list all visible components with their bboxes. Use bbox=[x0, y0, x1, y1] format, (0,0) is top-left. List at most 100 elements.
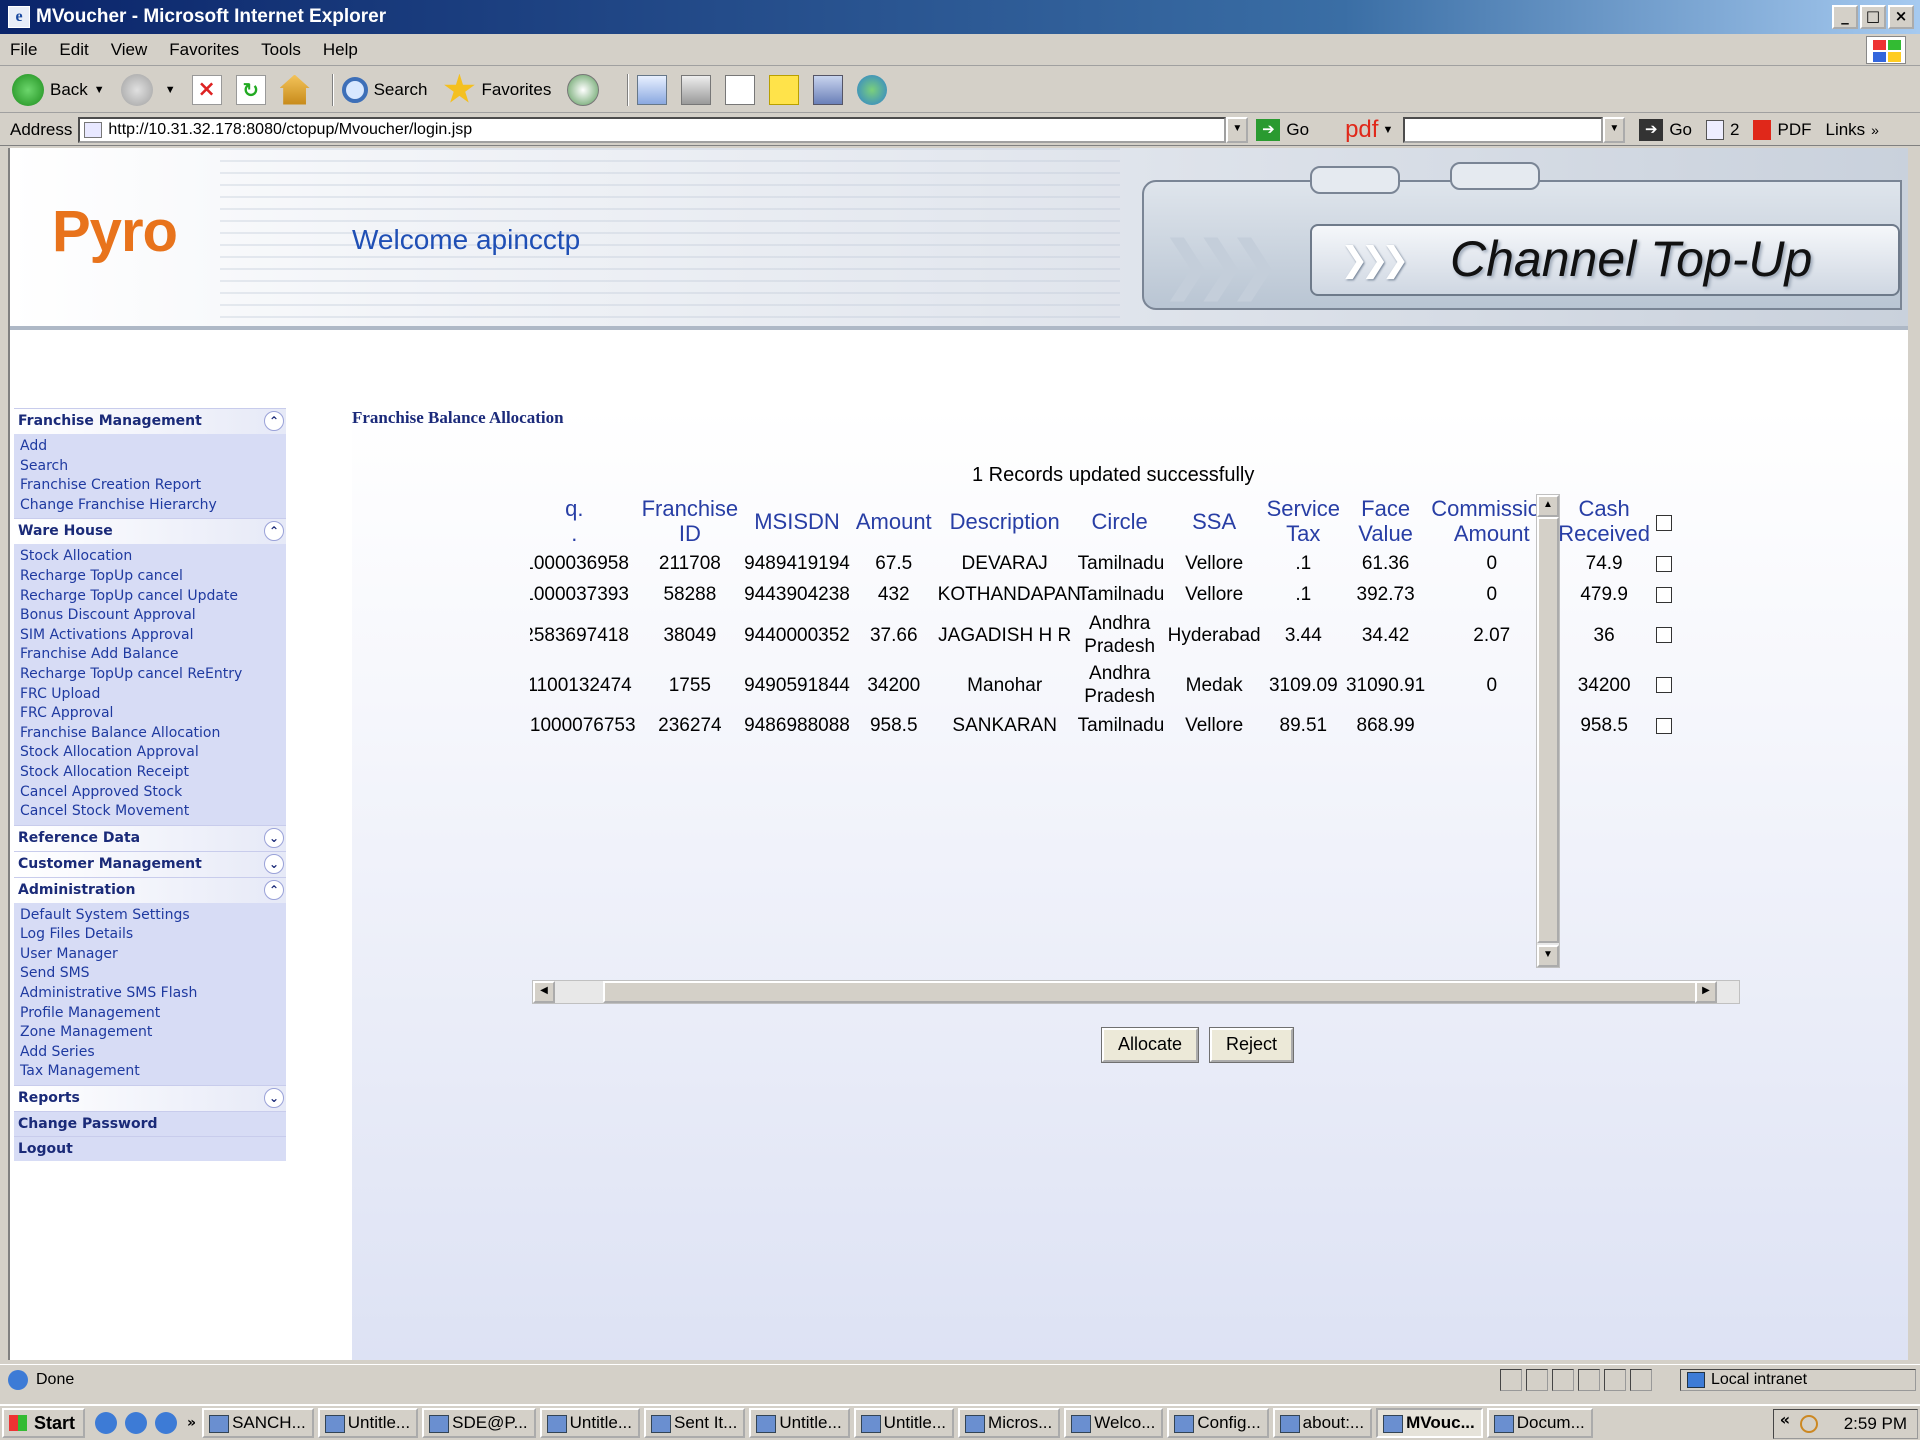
sidebar-item[interactable]: Cancel Stock Movement bbox=[20, 802, 286, 822]
taskbar-button[interactable]: Untitle... bbox=[749, 1408, 850, 1438]
taskbar-button[interactable]: Micros... bbox=[958, 1408, 1061, 1438]
menu-view[interactable]: View bbox=[111, 40, 148, 60]
print-icon[interactable] bbox=[681, 74, 712, 105]
tray-expand-icon[interactable]: « bbox=[1780, 1410, 1790, 1429]
sidebar-item[interactable]: Recharge TopUp cancel bbox=[20, 567, 286, 587]
taskbar-button[interactable]: about:... bbox=[1272, 1408, 1373, 1438]
sidebar-item[interactable]: Change Franchise Hierarchy bbox=[20, 496, 286, 516]
back-button[interactable]: Back ▼ bbox=[12, 73, 105, 106]
quicklaunch-more-icon[interactable]: » bbox=[187, 1415, 196, 1431]
vertical-scrollbar[interactable]: ▲ ▼ bbox=[1536, 494, 1560, 968]
sidebar-section-header[interactable]: Ware House ⌃ bbox=[14, 518, 286, 545]
home-icon[interactable] bbox=[279, 74, 310, 105]
close-button[interactable]: × bbox=[1888, 5, 1914, 29]
taskbar-button[interactable]: Config... bbox=[1167, 1408, 1269, 1438]
menu-help[interactable]: Help bbox=[323, 40, 358, 60]
sidebar-section-header[interactable]: Franchise Management ⌃ bbox=[14, 408, 286, 434]
sidebar-item[interactable]: Add Series bbox=[20, 1043, 286, 1063]
sidebar-item[interactable]: Add bbox=[20, 437, 286, 457]
scroll-left-button[interactable]: ◀ bbox=[533, 981, 555, 1003]
sidebar-item[interactable]: Bonus Discount Approval bbox=[20, 606, 286, 626]
taskbar-button[interactable]: Sent It... bbox=[644, 1408, 746, 1438]
row-checkbox[interactable] bbox=[1655, 677, 1672, 694]
taskbar-button[interactable]: Welco... bbox=[1064, 1408, 1164, 1438]
sidebar-section-header[interactable]: Reference Data ⌄ bbox=[14, 824, 286, 851]
pdf-logo[interactable]: pdf bbox=[1345, 116, 1378, 144]
research-icon[interactable] bbox=[813, 74, 844, 105]
sidebar-item[interactable]: SIM Activations Approval bbox=[20, 626, 286, 646]
address-dropdown-button[interactable]: ▼ bbox=[1226, 116, 1249, 143]
row-checkbox[interactable] bbox=[1655, 586, 1672, 603]
forward-button[interactable]: ▼ bbox=[120, 73, 176, 106]
sidebar-item[interactable]: FRC Upload bbox=[20, 685, 286, 705]
sidebar-item[interactable]: Recharge TopUp cancel ReEntry bbox=[20, 665, 286, 685]
sidebar-item[interactable]: Franchise Add Balance bbox=[20, 645, 286, 665]
taskbar-button[interactable]: SANCH... bbox=[202, 1408, 314, 1438]
reject-button[interactable]: Reject bbox=[1208, 1027, 1295, 1063]
scroll-down-button[interactable]: ▼ bbox=[1537, 945, 1559, 967]
favorites-button[interactable]: Favorites bbox=[443, 73, 551, 106]
links-button[interactable]: Links bbox=[1825, 120, 1865, 140]
scroll-right-button[interactable]: ▶ bbox=[1695, 981, 1717, 1003]
table-scroll-area[interactable]: q.. Franchise ID MSISDN Amount Description Cir… bbox=[530, 494, 1706, 974]
sidebar-item[interactable]: Recharge TopUp cancel Update bbox=[20, 587, 286, 607]
sidebar-item[interactable]: Franchise Creation Report bbox=[20, 476, 286, 496]
outlook-quicklaunch-icon[interactable] bbox=[125, 1412, 148, 1434]
refresh-icon[interactable]: ↻ bbox=[235, 74, 266, 105]
menu-tools[interactable]: Tools bbox=[261, 40, 301, 60]
allocate-button[interactable]: Allocate bbox=[1100, 1027, 1200, 1063]
pdf-go-button[interactable]: ➔ Go bbox=[1639, 118, 1692, 141]
menu-favorites[interactable]: Favorites bbox=[169, 40, 239, 60]
minimize-button[interactable]: _ bbox=[1832, 5, 1858, 29]
ie-quicklaunch-icon[interactable] bbox=[155, 1412, 178, 1434]
search-button[interactable]: Search bbox=[341, 76, 427, 103]
menu-file[interactable]: File bbox=[10, 40, 37, 60]
sidebar-section-header[interactable]: Reports ⌄ bbox=[14, 1085, 286, 1112]
taskbar-button[interactable]: MVouc... bbox=[1376, 1408, 1483, 1438]
notes-icon[interactable] bbox=[769, 74, 800, 105]
sidebar-item[interactable]: Stock Allocation Approval bbox=[20, 743, 286, 763]
sidebar-item[interactable]: Search bbox=[20, 457, 286, 477]
pdf-dropdown-button[interactable]: ▼ bbox=[1603, 116, 1626, 143]
expand-icon[interactable]: ⌄ bbox=[264, 1088, 284, 1109]
pdf-count-button[interactable]: 2 bbox=[1706, 119, 1739, 140]
sidebar-item[interactable]: Franchise Balance Allocation bbox=[20, 724, 286, 744]
horizontal-scrollbar[interactable]: ◀ ▶ bbox=[532, 980, 1740, 1004]
expand-icon[interactable]: ⌄ bbox=[264, 853, 284, 874]
sidebar-item[interactable]: Tax Management bbox=[20, 1062, 286, 1082]
pdf-search-input[interactable] bbox=[1403, 116, 1604, 143]
select-all-checkbox[interactable] bbox=[1655, 514, 1672, 531]
history-icon[interactable] bbox=[567, 73, 600, 106]
sidebar-section-header[interactable]: Administration ⌃ bbox=[14, 876, 286, 903]
expand-icon[interactable]: ⌄ bbox=[264, 827, 284, 848]
sidebar-item[interactable]: Send SMS bbox=[20, 964, 286, 984]
sidebar-item[interactable]: Log Files Details bbox=[20, 925, 286, 945]
taskbar-button[interactable]: Untitle... bbox=[317, 1408, 419, 1438]
sidebar-item[interactable]: Zone Management bbox=[20, 1023, 286, 1043]
go-button[interactable]: ➔ Go bbox=[1256, 118, 1309, 141]
url-input[interactable]: http://10.31.32.178:8080/ctopup/Mvoucher… bbox=[78, 116, 1227, 143]
menu-edit[interactable]: Edit bbox=[59, 40, 88, 60]
sidebar-item[interactable]: Administrative SMS Flash bbox=[20, 984, 286, 1004]
horizontal-scroll-thumb[interactable] bbox=[603, 981, 1709, 1003]
sidebar-item[interactable]: Default System Settings bbox=[20, 906, 286, 926]
collapse-icon[interactable]: ⌃ bbox=[264, 879, 284, 900]
taskbar-button[interactable]: Untitle... bbox=[853, 1408, 955, 1438]
scroll-up-button[interactable]: ▲ bbox=[1537, 495, 1559, 517]
stop-icon[interactable]: × bbox=[191, 74, 222, 105]
row-checkbox[interactable] bbox=[1655, 717, 1672, 734]
row-checkbox[interactable] bbox=[1655, 627, 1672, 644]
taskbar-button[interactable]: Docum... bbox=[1486, 1408, 1593, 1438]
edit-word-icon[interactable] bbox=[725, 74, 756, 105]
row-checkbox[interactable] bbox=[1655, 555, 1672, 572]
maximize-button[interactable]: □ bbox=[1860, 5, 1886, 29]
taskbar-button[interactable]: Untitle... bbox=[539, 1408, 640, 1438]
collapse-icon[interactable]: ⌃ bbox=[264, 521, 284, 542]
vertical-scroll-thumb[interactable] bbox=[1537, 517, 1559, 943]
sidebar-item[interactable]: Stock Allocation bbox=[20, 547, 286, 567]
sidebar-item[interactable]: Cancel Approved Stock bbox=[20, 783, 286, 803]
start-button[interactable]: Start bbox=[2, 1408, 86, 1438]
mail-icon[interactable] bbox=[637, 74, 668, 105]
pdf-button[interactable]: PDF bbox=[1753, 119, 1811, 140]
taskbar-button[interactable]: SDE@P... bbox=[422, 1408, 536, 1438]
